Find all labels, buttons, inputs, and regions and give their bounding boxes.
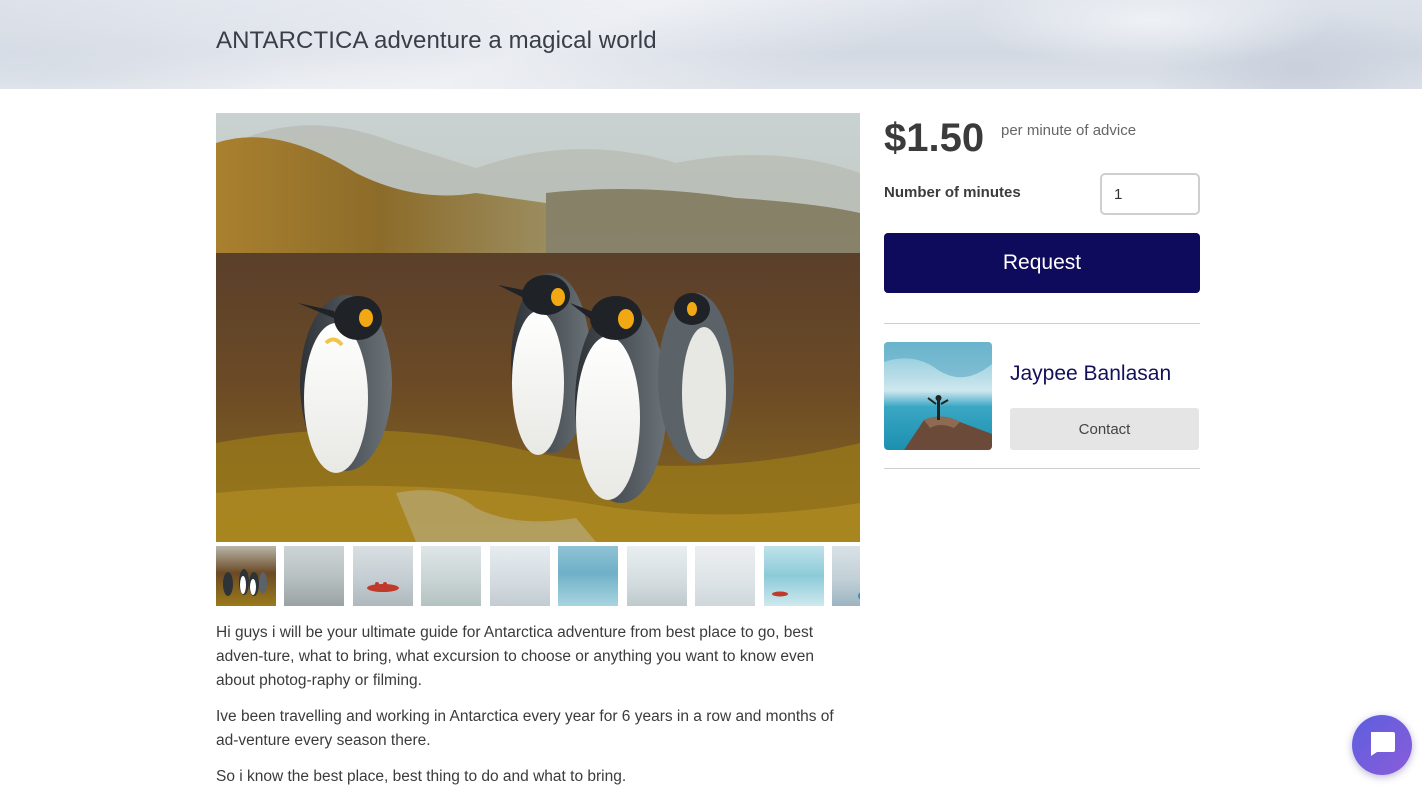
minutes-label: Number of minutes (884, 184, 1021, 201)
thumbnail-2[interactable] (284, 546, 345, 606)
contact-button[interactable]: Contact (1010, 408, 1199, 450)
price: $1.50 (884, 116, 985, 160)
gallery-thumbnails (216, 546, 860, 606)
thumbnail-3[interactable] (352, 546, 413, 606)
main-gallery-image[interactable] (216, 113, 860, 542)
thumbnail-4[interactable] (421, 546, 482, 606)
description: Hi guys i will be your ultimate guide fo… (216, 621, 856, 788)
description-paragraph: Hi guys i will be your ultimate guide fo… (216, 624, 814, 689)
chat-button[interactable] (1352, 715, 1412, 775)
price-note: per minute of advice (1001, 122, 1137, 139)
author-avatar[interactable] (884, 342, 992, 450)
chat-bubble-icon (1367, 728, 1397, 763)
header-banner: ANTARCTICA adventure a magical world (0, 0, 1422, 89)
author-name[interactable]: Jaypee Banlasan (1010, 362, 1171, 386)
thumbnail-6[interactable] (558, 546, 619, 606)
description-paragraph: So i know the best place, best thing to … (216, 768, 627, 785)
thumbnail-9[interactable] (763, 546, 824, 606)
divider (884, 468, 1200, 469)
description-paragraph: Ive been travelling and working in Antar… (216, 708, 834, 749)
thumbnail-5[interactable] (489, 546, 550, 606)
request-button[interactable]: Request (884, 233, 1200, 293)
thumbnail-8[interactable] (695, 546, 756, 606)
price-row: $1.50 per minute of advice (884, 113, 1200, 163)
divider (884, 323, 1200, 324)
page-title: ANTARCTICA adventure a magical world (216, 27, 657, 54)
thumbnail-1[interactable] (216, 546, 276, 606)
thumbnail-7[interactable] (626, 546, 687, 606)
minutes-input[interactable] (1100, 173, 1200, 215)
thumbnail-10[interactable] (832, 546, 860, 606)
